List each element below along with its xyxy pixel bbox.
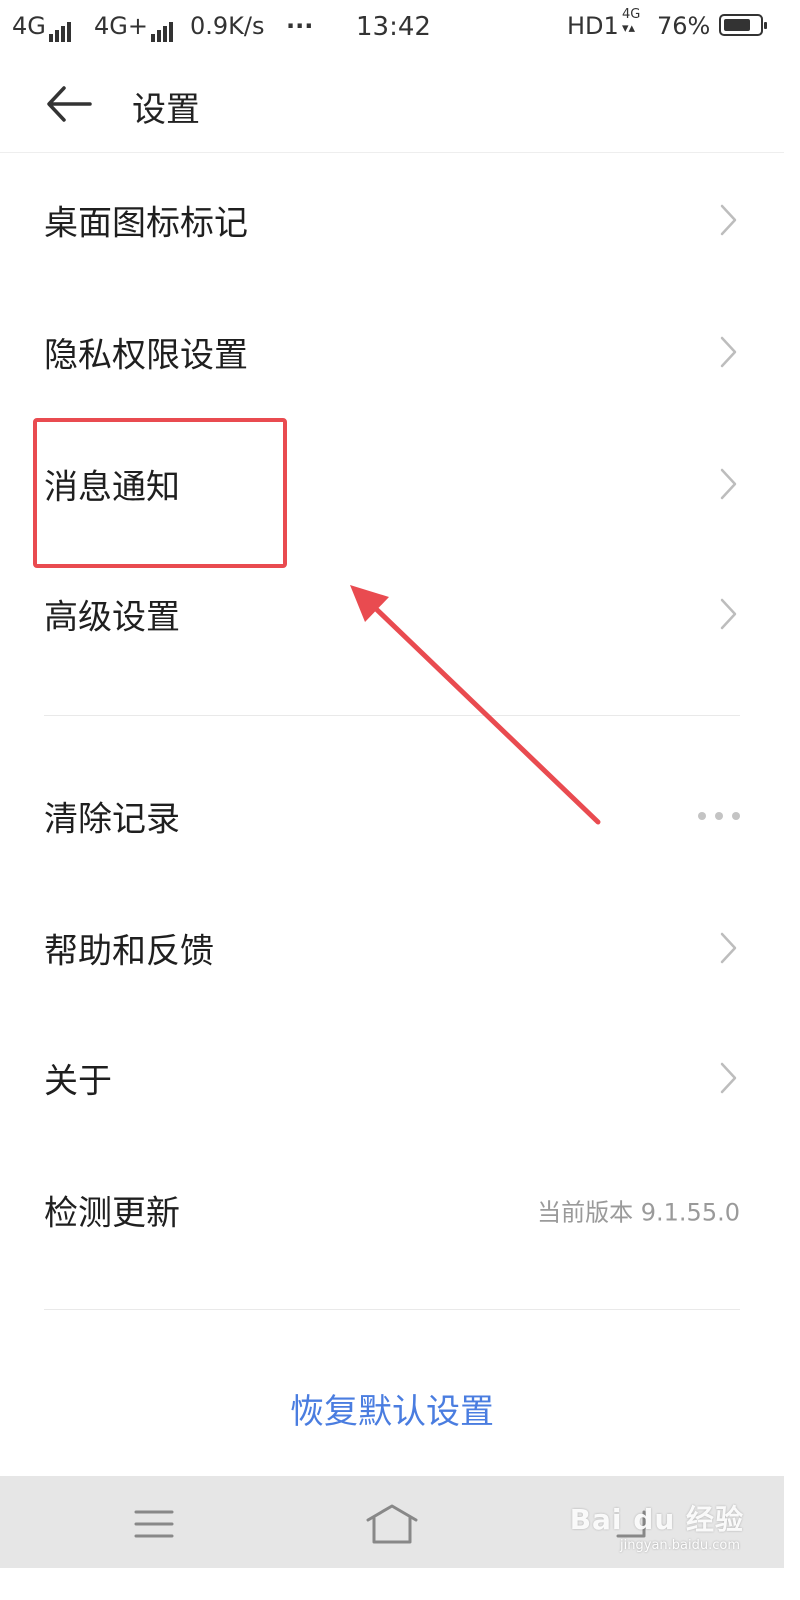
current-version-text: 当前版本 9.1.55.0 <box>537 1198 740 1227</box>
settings-item-check-update[interactable]: 检测更新 当前版本 9.1.55.0 <box>0 1150 784 1270</box>
data-arrows-icon: ▾▴ <box>622 21 636 36</box>
annotation-highlight-box <box>33 418 287 568</box>
settings-item-about[interactable]: 关于 <box>0 1018 784 1138</box>
battery-percent: 76% <box>657 12 711 40</box>
restore-default-button[interactable]: 恢复默认设置 <box>0 1380 784 1444</box>
clock: 13:42 <box>356 12 431 42</box>
home-icon[interactable] <box>362 1502 422 1546</box>
settings-item-label: 清除记录 <box>44 799 180 840</box>
settings-item-advanced[interactable]: 高级设置 <box>0 554 784 674</box>
app-header: 设置 <box>0 56 784 153</box>
more-dots-icon <box>698 812 740 820</box>
chevron-right-icon <box>720 204 737 236</box>
settings-item-clear-records[interactable]: 清除记录 <box>0 756 784 876</box>
network-indicator-1: 4G <box>12 12 73 42</box>
battery-icon <box>719 14 767 36</box>
settings-item-label: 关于 <box>44 1061 112 1102</box>
status-bar: 4G 4G+ 0.9K/s ··· 13:42 HD1 4G ▾▴ 76% <box>0 0 784 56</box>
settings-item-label: 隐私权限设置 <box>44 335 248 376</box>
network-speed: 0.9K/s <box>190 12 265 40</box>
arrow-left-icon[interactable] <box>44 82 94 126</box>
settings-item-help-feedback[interactable]: 帮助和反馈 <box>0 888 784 1008</box>
menu-icon[interactable] <box>124 1502 184 1546</box>
page-title: 设置 <box>132 90 200 130</box>
chevron-right-icon <box>720 598 737 630</box>
section-divider <box>44 715 740 716</box>
chevron-right-icon <box>720 468 737 500</box>
settings-item-label: 高级设置 <box>44 597 180 638</box>
watermark-url: jingyan.baidu.com <box>620 1538 740 1553</box>
more-notifications-icon: ··· <box>286 12 314 40</box>
settings-item-label: 检测更新 <box>44 1193 180 1234</box>
settings-item-privacy[interactable]: 隐私权限设置 <box>0 292 784 412</box>
network-indicator-2: 4G+ <box>94 12 175 42</box>
settings-item-label: 帮助和反馈 <box>44 931 214 972</box>
lte-label: 4G <box>622 7 641 22</box>
hd-voice-indicator: HD1 <box>567 12 619 40</box>
chevron-right-icon <box>720 336 737 368</box>
network-type-label: 4G+ <box>94 12 148 40</box>
chevron-right-icon <box>720 1062 737 1094</box>
signal-strength-icon <box>150 14 175 42</box>
settings-item-label: 桌面图标标记 <box>44 203 248 244</box>
navigation-bar: Bai du 经验 jingyan.baidu.com <box>0 1476 784 1568</box>
settings-item-desktop-badge[interactable]: 桌面图标标记 <box>0 160 784 280</box>
signal-strength-icon <box>48 14 73 42</box>
chevron-right-icon <box>720 932 737 964</box>
lte-indicator: 4G ▾▴ <box>622 8 640 36</box>
network-type-label: 4G <box>12 12 46 40</box>
section-divider <box>44 1309 740 1310</box>
watermark-brand: Bai du 经验 <box>569 1503 744 1536</box>
